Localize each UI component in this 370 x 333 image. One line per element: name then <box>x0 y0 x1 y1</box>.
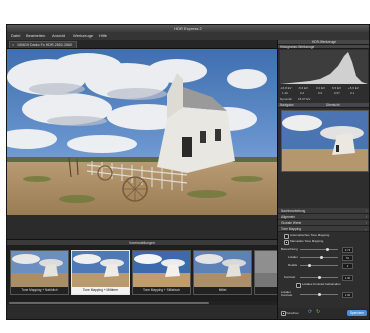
auto-tonemap-label: Automatisches Tone Mapping <box>290 233 330 237</box>
histogram-section-title: Histogramm-Werkzeuge <box>280 45 315 49</box>
navigator-image <box>282 111 368 171</box>
manual-tonemap-radio[interactable] <box>284 240 289 245</box>
brightness-label: Beleuchtung <box>281 247 298 251</box>
save-button[interactable]: Speichern <box>347 310 367 316</box>
navigator-header[interactable]: Navigator Übersicht <box>278 103 369 108</box>
preset-preview-image <box>194 251 251 287</box>
stat-8: 0.0 <box>318 91 323 95</box>
brightness-slider[interactable] <box>300 248 338 251</box>
tab-label: 150619 Darko Fo HDR-2652-2660 <box>17 43 72 47</box>
local-contrast-slider[interactable] <box>300 293 338 296</box>
stat-1: -16.8 EV <box>280 86 292 90</box>
apply-icon[interactable]: ↻ <box>316 309 320 315</box>
section-label: Globale Werte <box>281 221 302 225</box>
section-label: Tone Mapping <box>281 227 302 231</box>
histogram-chart <box>280 50 368 84</box>
menu-werkzeuge[interactable]: Werkzeuge <box>73 32 93 40</box>
details-value[interactable]: 2 <box>342 263 353 269</box>
preserve-contrast-checkbox[interactable] <box>296 283 301 288</box>
presets-filmstrip: Tone Mapping + Natürlich Tone Mapping + … <box>7 245 278 301</box>
stat-4: 6.5 EV <box>332 86 342 90</box>
preview-label: Vorschau <box>286 310 299 315</box>
section-label: Allgemein <box>281 215 295 219</box>
preset-thumb-medium[interactable]: Tone Mapping + Mittlerer <box>71 250 130 295</box>
stat-3: 0.0 EV <box>316 86 326 90</box>
preserve-contrast-label: Lokales Kontrast beibehalten <box>302 282 341 286</box>
preset-thumb-partial[interactable] <box>254 250 278 295</box>
preset-label <box>255 287 277 294</box>
chevron-down-icon: ⌄ <box>364 227 367 231</box>
menu-ansicht[interactable]: Ansicht <box>52 32 65 40</box>
slider-knob[interactable] <box>320 256 323 259</box>
kontrast-value[interactable]: 1.00 <box>342 275 353 281</box>
section-label: Nachbearbeitung <box>281 209 306 213</box>
main-preview-image[interactable] <box>7 49 277 215</box>
menu-hilfe[interactable]: Hilfe <box>99 32 107 40</box>
hdr-tools-title: HDR-Werkzeuge <box>311 40 337 44</box>
kontrast-slider[interactable] <box>300 276 338 279</box>
local-contrast-label: Lokaler Kontrast <box>281 290 293 298</box>
slider-knob[interactable] <box>318 276 321 279</box>
scrollbar-thumb[interactable] <box>9 302 209 304</box>
local-slider[interactable] <box>300 256 338 259</box>
preset-label: Tone Mapping + Mittlerer <box>72 287 129 294</box>
navigator-title: Navigator <box>280 103 294 107</box>
brightness-value[interactable]: 0.73 <box>342 247 353 253</box>
dynamic-range-label: Dynamik: <box>280 97 293 101</box>
preset-preview-image <box>11 251 68 287</box>
preset-label: Tone Mapping + Natürlich <box>11 287 68 294</box>
navigator-preview[interactable] <box>281 110 369 172</box>
details-slider[interactable] <box>300 264 338 267</box>
screenshot-canvas: HDR Express 2 Datei Bearbeiten Ansicht W… <box>0 0 370 333</box>
preset-preview-image <box>133 251 190 287</box>
refresh-icon[interactable]: ⟳ <box>308 309 312 315</box>
slider-knob[interactable] <box>318 293 321 296</box>
slider-knob[interactable] <box>308 264 311 267</box>
stat-10: 0.1 <box>350 91 355 95</box>
details-label: Details <box>288 263 298 267</box>
navigator-tab[interactable]: Übersicht <box>326 103 339 108</box>
preset-label: Mittel <box>194 287 251 294</box>
preset-thumb-natural[interactable]: Tone Mapping + Natürlich <box>10 250 69 295</box>
document-tab[interactable]: × 150619 Darko Fo HDR-2652-2660 <box>9 41 77 48</box>
menu-bearbeiten[interactable]: Bearbeiten <box>26 32 45 40</box>
bottom-action-bar: Vorschau ⟳ ↻ Speichern <box>277 308 369 319</box>
window-titlebar: HDR Express 2 <box>7 25 369 32</box>
stat-9: 0.57 <box>334 91 340 95</box>
stat-2: -5.6 EV <box>298 86 309 90</box>
local-value[interactable]: 51 <box>342 255 353 261</box>
preset-thumb-stylistic[interactable]: Tone Mapping + Stilistisch <box>132 250 191 295</box>
local-label: Lokaler <box>288 255 298 259</box>
histogram-graph <box>280 52 368 84</box>
church-photo <box>7 49 277 215</box>
preset-thumb-mittel[interactable]: Mittel <box>193 250 252 295</box>
menu-datei[interactable]: Datei <box>11 32 20 40</box>
kontrast-label: Kontrast <box>284 275 296 279</box>
filmstrip-scrollbar[interactable] <box>7 301 277 305</box>
dynamic-range-value: 15.07 EV <box>298 97 311 101</box>
auto-tonemap-radio[interactable] <box>284 234 289 239</box>
stat-5: +5.6 EV <box>348 86 359 90</box>
preset-preview-image <box>72 251 129 287</box>
section-tonemapping[interactable]: Tone Mapping ⌄ <box>278 226 369 232</box>
slider-knob[interactable] <box>326 248 329 251</box>
manual-tonemap-label: Manuelles Tone Mapping <box>290 239 324 243</box>
right-tools-panel: HDR-Werkzeuge Histogramm-Werkzeuge -16.8… <box>277 40 369 319</box>
window-title: HDR Express 2 <box>174 26 202 31</box>
stat-7: 0.2 <box>300 91 305 95</box>
stat-6: 1.40 <box>282 91 288 95</box>
histogram-section-header[interactable]: Histogramm-Werkzeuge <box>278 45 369 49</box>
document-tabbar: × 150619 Darko Fo HDR-2652-2660 <box>7 40 277 49</box>
tab-close-icon[interactable]: × <box>12 42 14 48</box>
preset-preview-image <box>255 251 277 287</box>
local-contrast-value[interactable]: 1.00 <box>342 292 353 298</box>
preset-label: Tone Mapping + Stilistisch <box>133 287 190 294</box>
app-window: HDR Express 2 Datei Bearbeiten Ansicht W… <box>6 24 370 320</box>
